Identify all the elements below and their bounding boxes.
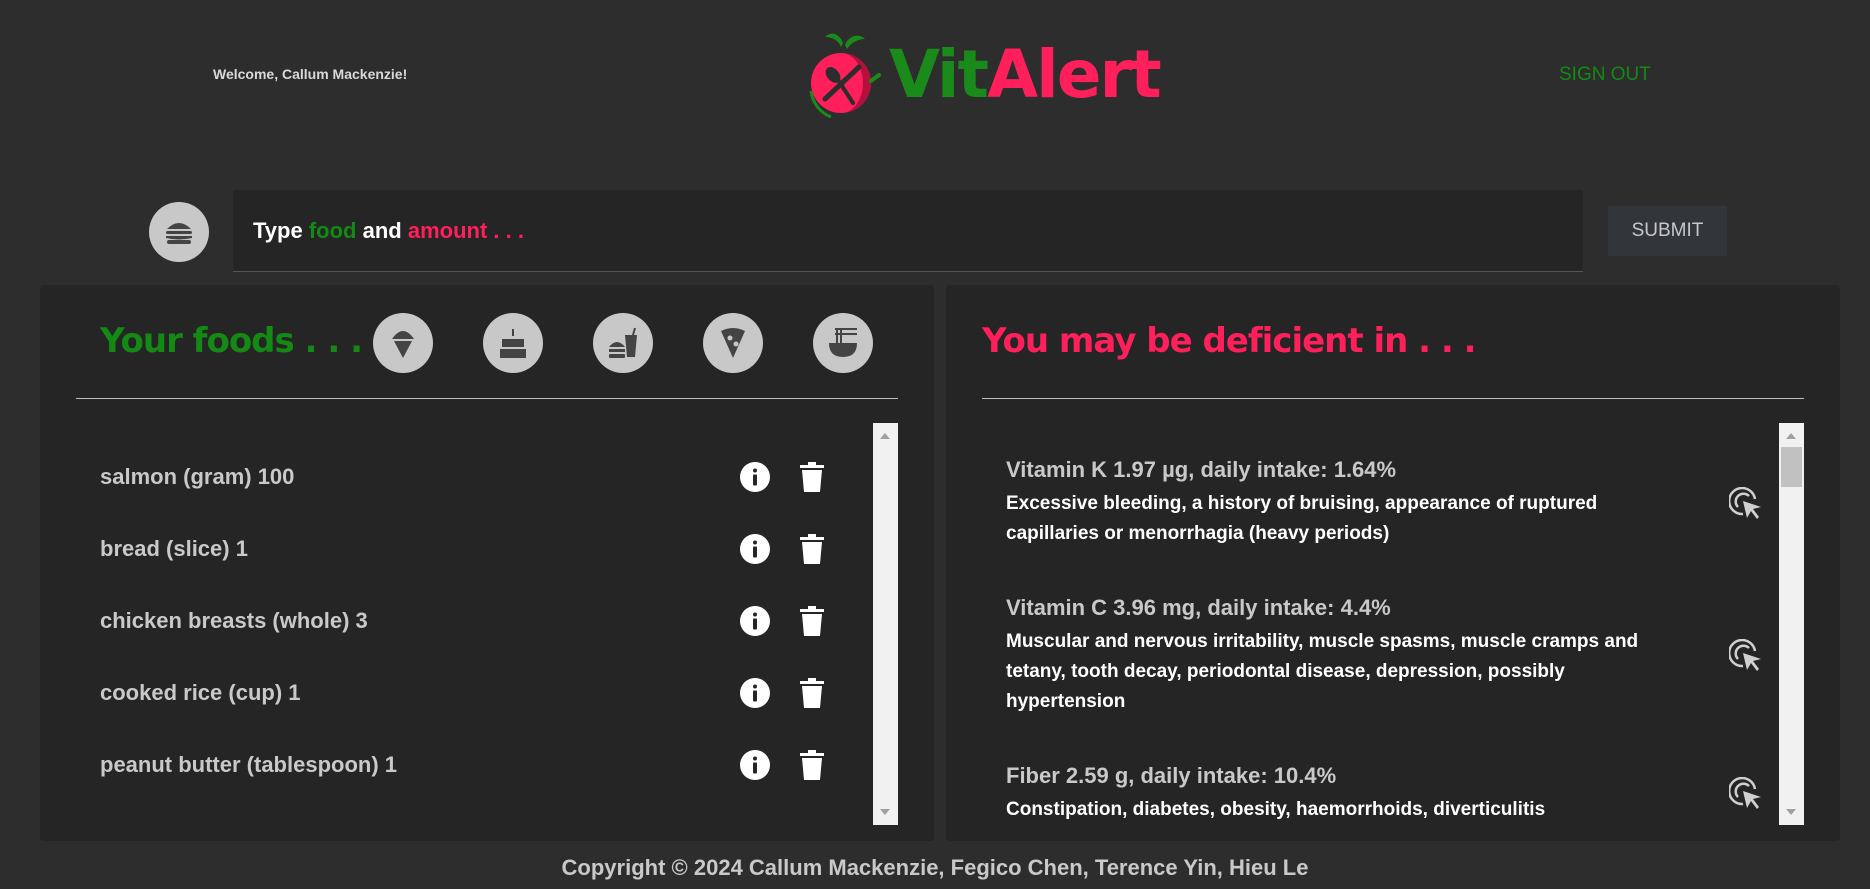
cursor-click-icon[interactable] [1729, 639, 1763, 673]
pizza-icon [721, 328, 745, 358]
placeholder-type: Type [253, 218, 309, 243]
placeholder-amount: amount . . . [407, 218, 524, 243]
scroll-down-arrow-icon[interactable] [1786, 809, 1796, 815]
food-list: salmon (gram) 100 bread (slice) 1 chicke… [76, 423, 867, 825]
sign-out-link[interactable]: SIGN OUT [1559, 64, 1651, 86]
food-row: bread (slice) 1 [100, 529, 860, 569]
trash-icon[interactable] [800, 462, 824, 492]
scroll-down-arrow-icon[interactable] [880, 809, 890, 815]
logo[interactable]: VitAlert [803, 26, 1162, 122]
apple-logo-icon [809, 33, 881, 119]
foods-divider [76, 398, 898, 399]
pizza-category-button[interactable] [703, 313, 763, 373]
scroll-up-arrow-icon[interactable] [1786, 433, 1796, 439]
deficiency-item: Vitamin K 1.97 µg, daily intake: 1.64% E… [1006, 457, 1666, 549]
food-row: salmon (gram) 100 [100, 457, 860, 497]
scroll-thumb[interactable] [1781, 447, 1802, 487]
cursor-click-icon[interactable] [1729, 487, 1763, 521]
info-icon[interactable] [740, 678, 770, 708]
food-search-field[interactable]: Type food and amount . . . [233, 190, 1583, 272]
deficiency-list: Vitamin K 1.97 µg, daily intake: 1.64% E… [982, 423, 1772, 825]
cursor-click-icon[interactable] [1729, 777, 1763, 811]
search-placeholder[interactable]: Type food and amount . . . [253, 218, 524, 244]
info-icon[interactable] [740, 462, 770, 492]
logo-alert: Alert [987, 35, 1162, 113]
scroll-up-arrow-icon[interactable] [880, 433, 890, 439]
fast-food-category-button[interactable] [593, 313, 653, 373]
copyright-footer: Copyright © 2024 Callum Mackenzie, Fegic… [561, 855, 1309, 880]
deficiency-item: Fiber 2.59 g, daily intake: 10.4% Consti… [1006, 763, 1666, 825]
trash-icon[interactable] [800, 534, 824, 564]
fast-food-icon [609, 327, 637, 358]
info-icon[interactable] [740, 534, 770, 564]
submit-button[interactable]: SUBMIT [1608, 206, 1727, 256]
your-foods-panel: Your foods . . . salmon (gram) 100 bread… [40, 285, 934, 841]
your-foods-title: Your foods . . . [100, 321, 363, 361]
nutrient-symptoms: Constipation, diabetes, obesity, haemorr… [1006, 799, 1546, 820]
deficiency-panel: You may be deficient in . . . Vitamin K … [946, 285, 1840, 841]
deficiency-item: Vitamin C 3.96 mg, daily intake: 4.4% Mu… [1006, 595, 1666, 717]
trash-icon[interactable] [800, 750, 824, 780]
ice-cream-category-button[interactable] [373, 313, 433, 373]
burger-icon [149, 202, 209, 262]
placeholder-food: food [308, 218, 357, 243]
trash-icon[interactable] [800, 678, 824, 708]
nutrient-symptoms: Muscular and nervous irritability, muscl… [1006, 631, 1639, 712]
placeholder-and: and [356, 218, 408, 243]
header: Welcome, Callum Mackenzie! VitAlert SIGN… [0, 0, 1870, 150]
food-row: chicken breasts (whole) 3 [100, 601, 860, 641]
logo-text: VitAlert [889, 35, 1162, 113]
nutrient-name: Vitamin K 1.97 µg, daily intake: 1.64% [1006, 457, 1397, 482]
deficiency-divider [982, 398, 1804, 399]
food-row: cooked rice (cup) 1 [100, 673, 860, 713]
cake-category-button[interactable] [483, 313, 543, 373]
food-row: peanut butter (tablespoon) 1 [100, 745, 860, 785]
logo-vit: Vit [889, 35, 989, 113]
nutrient-name: Fiber 2.59 g, daily intake: 10.4% [1006, 763, 1337, 788]
deficiency-scrollbar[interactable] [1779, 423, 1804, 825]
welcome-message: Welcome, Callum Mackenzie! [213, 66, 408, 82]
nutrient-name: Vitamin C 3.96 mg, daily intake: 4.4% [1006, 595, 1391, 620]
trash-icon[interactable] [800, 606, 824, 636]
noodle-bowl-icon [829, 328, 857, 357]
nutrient-symptoms: Excessive bleeding, a history of bruisin… [1006, 493, 1598, 544]
info-icon[interactable] [740, 750, 770, 780]
foods-scrollbar[interactable] [873, 423, 898, 825]
ice-cream-icon [392, 331, 414, 358]
deficiency-title: You may be deficient in . . . [982, 321, 1477, 361]
cake-icon [500, 329, 526, 358]
noodle-bowl-category-button[interactable] [813, 313, 873, 373]
info-icon[interactable] [740, 606, 770, 636]
